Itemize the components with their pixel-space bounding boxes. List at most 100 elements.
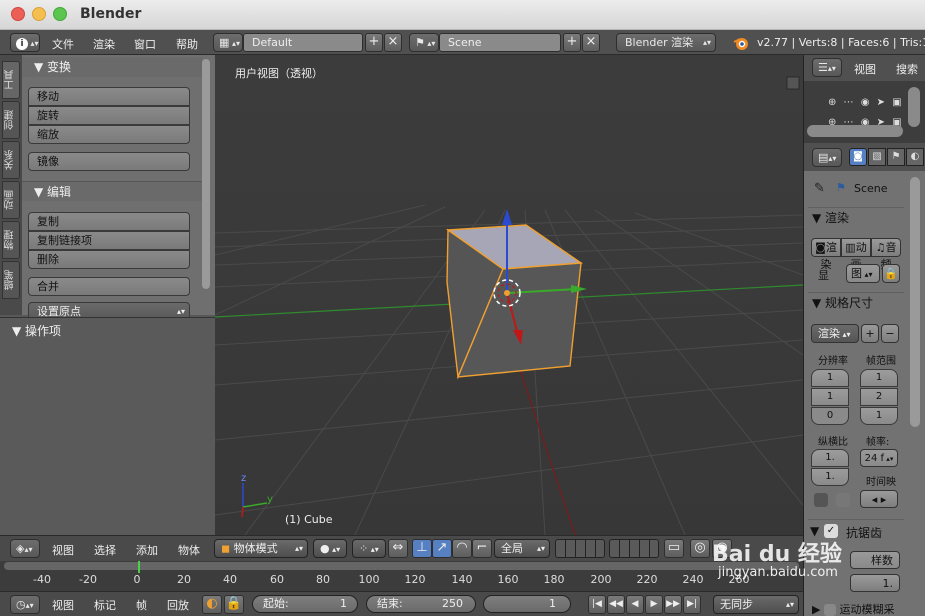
join-button[interactable]: 合并 — [28, 277, 190, 296]
menu-help[interactable]: 帮助 — [176, 36, 198, 52]
delete-button[interactable]: 删除 — [28, 250, 190, 269]
scene-selector[interactable]: ⚑ ▴▾ — [409, 33, 439, 52]
end-frame-field[interactable]: 结束: 250 — [366, 595, 476, 613]
outliner-row-1[interactable]: ⊕ ⋯ ◉ ➤ ▣ — [828, 97, 904, 108]
scene-context-icon[interactable]: ⚑ — [887, 148, 905, 166]
tab-create[interactable]: 创建 — [2, 101, 20, 139]
scale-manipulator-icon[interactable]: ⌐ — [472, 539, 492, 558]
play-icon[interactable]: ▶ — [645, 595, 663, 614]
border-checkbox[interactable] — [814, 493, 828, 507]
tool-shelf-scrollbar[interactable] — [202, 59, 210, 289]
timeline[interactable]: -40 -20 0 20 40 60 80 100 120 140 160 18… — [0, 561, 803, 591]
viewport-split-corner[interactable] — [786, 76, 800, 90]
duplicate-linked-button[interactable]: 复制链接项 — [28, 231, 190, 250]
lock-range-icon[interactable]: 🔒 — [224, 595, 244, 614]
render-audio-button[interactable]: ♫音频 — [871, 238, 901, 271]
menu-file[interactable]: 文件 — [52, 36, 74, 52]
properties-scrollbar[interactable] — [910, 177, 920, 427]
next-keyframe-icon[interactable]: ▶▶ — [664, 595, 682, 614]
world-context-icon[interactable]: ◐ — [906, 148, 924, 166]
editor-type-button[interactable]: i ▴▾ — [10, 33, 40, 52]
resolution-y-field[interactable]: 1 — [811, 388, 849, 406]
tab-animation[interactable]: 动画 — [2, 181, 20, 219]
proportional-edit-icon[interactable]: ◎ — [690, 539, 710, 558]
render-animation-button[interactable]: ▥动画 — [841, 238, 871, 271]
timeline-menu-playback[interactable]: 回放 — [167, 597, 189, 613]
minimize-window-button[interactable] — [32, 7, 46, 21]
tab-physics[interactable]: 物理 — [2, 221, 20, 259]
tab-grease-pencil[interactable]: 蜡笔 — [2, 261, 20, 299]
resolution-percent-slider[interactable]: 0 — [811, 407, 849, 425]
viewport-editor-type[interactable]: ◈▴▾ — [10, 539, 40, 558]
current-frame-marker[interactable] — [138, 561, 140, 573]
resolution-x-field[interactable]: 1 — [811, 369, 849, 387]
aspect-y-field[interactable]: 1. — [811, 468, 849, 486]
operator-panel-header[interactable]: ▼ 操作项 — [12, 322, 61, 339]
scene-field[interactable]: Scene — [439, 33, 561, 52]
outliner-editor-type[interactable]: ☰▴▾ — [812, 58, 842, 77]
transform-orientation-dropdown[interactable]: 全局 ▴▾ — [494, 539, 550, 558]
scale-button[interactable]: 缩放 — [28, 125, 190, 144]
pivot-point-dropdown[interactable]: ⁘ ▴▾ — [352, 539, 386, 558]
remove-preset-button[interactable]: − — [881, 324, 899, 343]
viewport-menu-select[interactable]: 选择 — [94, 542, 116, 558]
sync-mode-dropdown[interactable]: 无同步 ▴▾ — [713, 595, 799, 614]
3d-viewport[interactable]: 用户视图（透视） (1) Cube y z — [215, 55, 803, 535]
add-scene-button[interactable]: + — [563, 33, 581, 52]
panel-transform-header[interactable]: ▼ 变换 — [22, 57, 202, 77]
frame-start-field[interactable]: 1 — [860, 369, 898, 387]
outliner-hscrollbar[interactable] — [807, 125, 903, 137]
jump-start-icon[interactable]: |◀ — [588, 595, 606, 614]
add-screen-button[interactable]: + — [365, 33, 383, 52]
move-button[interactable]: 移动 — [28, 87, 190, 106]
tab-relations[interactable]: 关系 — [2, 141, 20, 179]
dimensions-section-header[interactable]: ▼ 规格尺寸 — [808, 292, 904, 312]
add-preset-button[interactable]: + — [861, 324, 879, 343]
time-remap-fields[interactable]: ◂ ▸ — [860, 490, 898, 508]
current-frame-field[interactable]: 1 — [483, 595, 571, 613]
aspect-x-field[interactable]: 1. — [811, 449, 849, 467]
play-reverse-icon[interactable]: ◀ — [626, 595, 644, 614]
render-preset-dropdown[interactable]: 渲染 ▴▾ — [811, 324, 859, 343]
pin-icon[interactable]: ✎ — [814, 181, 825, 196]
lock-interface-icon[interactable]: 🔒 — [882, 264, 900, 283]
antialiasing-filter-size[interactable]: 1. — [850, 574, 900, 592]
outliner-view-menu[interactable]: 视图 — [854, 61, 876, 77]
screen-layout-selector[interactable]: ▦ ▴▾ — [213, 33, 243, 52]
timeline-menu-marker[interactable]: 标记 — [94, 597, 116, 613]
remove-scene-button[interactable]: × — [582, 33, 600, 52]
interaction-mode-dropdown[interactable]: ◼ 物体模式 ▴▾ — [214, 539, 308, 558]
layers-grid-2[interactable] — [609, 539, 659, 558]
manipulator-icon[interactable]: ⊥ — [412, 539, 432, 558]
render-layers-icon[interactable]: ▧ — [868, 148, 886, 166]
remove-screen-button[interactable]: × — [384, 33, 402, 52]
timeline-scrollbar[interactable] — [4, 562, 799, 570]
timeline-menu-frame[interactable]: 帧 — [136, 597, 147, 613]
antialiasing-filter-dropdown[interactable]: 样数 — [850, 551, 900, 569]
layers-grid-1[interactable] — [555, 539, 605, 558]
start-frame-field[interactable]: 起始: 1 — [252, 595, 358, 613]
rotate-button[interactable]: 旋转 — [28, 106, 190, 125]
jump-end-icon[interactable]: ▶| — [683, 595, 701, 614]
frame-rate-dropdown[interactable]: 24 f ▴▾ — [860, 449, 898, 467]
viewport-menu-object[interactable]: 物体 — [178, 542, 200, 558]
render-section-header[interactable]: ▼ 渲染 — [808, 207, 904, 227]
frame-end-field[interactable]: 2 — [860, 388, 898, 406]
timeline-menu-view[interactable]: 视图 — [52, 597, 74, 613]
rotate-manipulator-icon[interactable]: ◠ — [452, 539, 472, 558]
properties-editor-type[interactable]: ▤▴▾ — [812, 148, 842, 167]
menu-window[interactable]: 窗口 — [134, 36, 156, 52]
motion-blur-checkbox[interactable] — [823, 604, 836, 616]
panel-edit-header[interactable]: ▼ 编辑 — [22, 181, 202, 201]
manipulator-toggle[interactable]: ⇔ — [388, 539, 408, 558]
tab-tools[interactable]: 工具 — [2, 61, 20, 99]
crop-checkbox[interactable] — [836, 493, 850, 507]
render-engine-dropdown[interactable]: Blender 渲染 ▴▾ — [616, 33, 716, 52]
screen-layout-field[interactable]: Default — [243, 33, 363, 52]
viewport-menu-view[interactable]: 视图 — [52, 542, 74, 558]
lock-camera-icon[interactable]: ▭ — [664, 539, 684, 558]
outliner-vscrollbar[interactable] — [908, 87, 920, 127]
render-image-button[interactable]: ◙渲染 — [811, 238, 841, 271]
motion-blur-section[interactable]: ▶ 运动模糊采 — [812, 601, 894, 616]
mirror-button[interactable]: 镜像 — [28, 152, 190, 171]
